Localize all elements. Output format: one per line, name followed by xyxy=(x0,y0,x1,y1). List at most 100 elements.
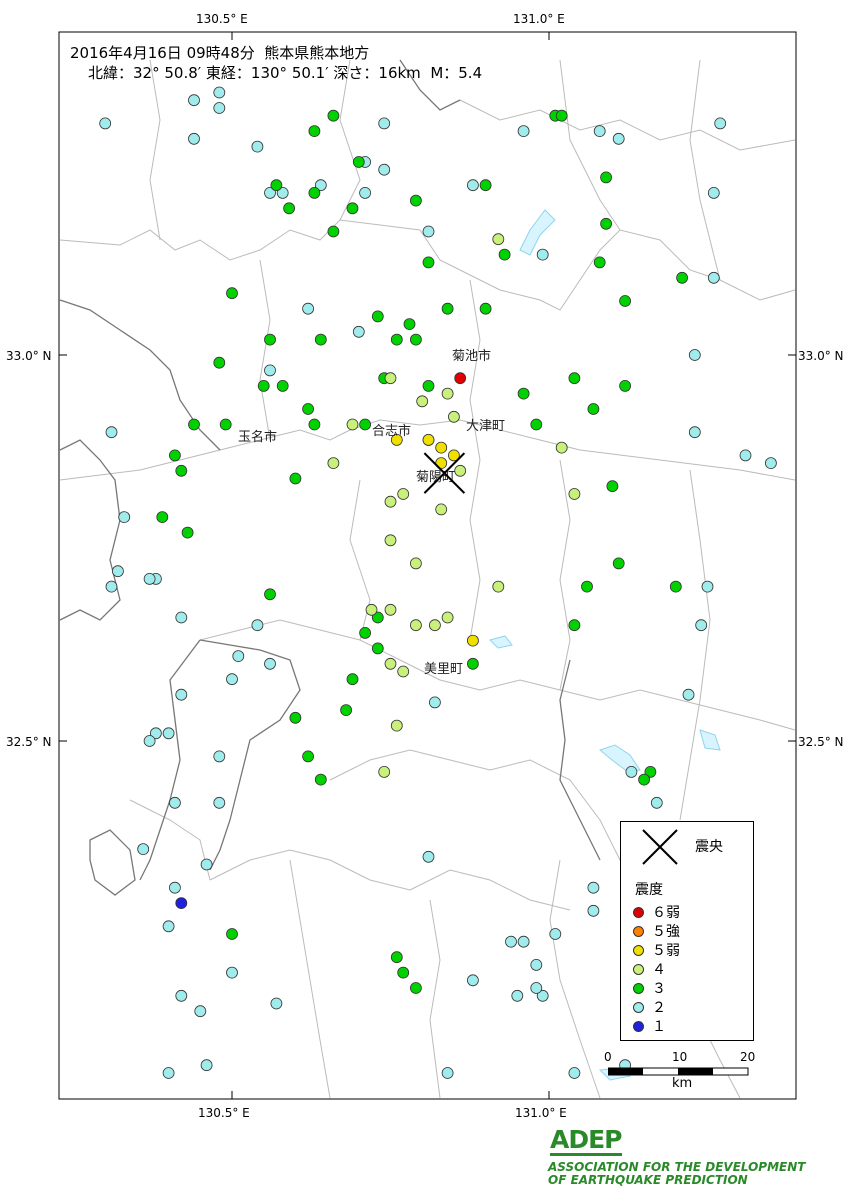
station-marker-intensity-3 xyxy=(371,642,384,655)
station-marker-intensity-3 xyxy=(346,202,359,215)
station-marker-intensity-3 xyxy=(181,526,194,539)
station-marker-intensity-2 xyxy=(302,302,315,315)
station-marker-intensity-4 xyxy=(397,488,410,500)
top-tick-label: 131.0° E xyxy=(513,12,565,26)
station-marker-intensity-3 xyxy=(359,627,372,639)
station-marker-intensity-3 xyxy=(346,673,359,686)
station-marker-intensity-3 xyxy=(314,333,327,346)
legend-color-dot-icon xyxy=(633,925,644,937)
legend-color-dot-icon xyxy=(633,944,644,956)
station-marker-intensity-2 xyxy=(137,843,150,855)
station-marker-intensity-4 xyxy=(441,387,454,400)
station-marker-intensity-2 xyxy=(105,426,118,439)
adep-logo: ADEP ASSOCIATION FOR THE DEVELOPMENT OF … xyxy=(548,1125,805,1188)
station-marker-intensity-2 xyxy=(162,1067,175,1079)
station-marker-intensity-3 xyxy=(409,194,422,207)
station-marker-intensity-3 xyxy=(422,379,435,392)
station-marker-intensity-3 xyxy=(619,295,631,307)
station-marker-intensity-3 xyxy=(517,387,530,400)
station-marker-intensity-3 xyxy=(308,418,321,431)
station-marker-intensity-2 xyxy=(200,1059,213,1072)
station-marker-intensity-2 xyxy=(707,271,720,284)
logo-mark: ADEP xyxy=(550,1125,623,1156)
legend-item-label: ４ xyxy=(652,962,666,978)
place-label-tamana: 玉名市 xyxy=(238,429,277,445)
station-marker-intensity-3 xyxy=(619,379,631,392)
legend-color-dot-icon xyxy=(633,1001,644,1013)
station-marker-intensity-2 xyxy=(625,766,638,778)
station-marker-intensity-3 xyxy=(612,557,625,570)
station-marker-intensity-4 xyxy=(384,495,397,508)
place-label-koshi: 合志市 xyxy=(372,423,411,439)
station-marker-intensity-5 xyxy=(466,634,479,647)
station-marker-intensity-4 xyxy=(384,534,397,547)
legend-color-dot-icon xyxy=(633,963,644,975)
station-marker-intensity-3 xyxy=(226,287,238,300)
station-marker-intensity-3 xyxy=(479,179,492,192)
station-marker-intensity-4 xyxy=(568,488,581,500)
station-marker-intensity-3 xyxy=(340,704,353,716)
legend-item: １ xyxy=(633,1018,666,1035)
station-marker-intensity-3 xyxy=(302,403,315,415)
station-marker-intensity-3 xyxy=(409,982,422,994)
scale-unit: km xyxy=(672,1076,693,1091)
station-marker-intensity-3 xyxy=(213,356,226,369)
station-marker-intensity-4 xyxy=(365,603,378,616)
left-tick-label: 32.5° N xyxy=(6,735,52,749)
station-marker-intensity-2 xyxy=(175,611,188,624)
legend-epicenter-label: 震央 xyxy=(695,839,723,855)
station-marker-intensity-4 xyxy=(384,657,397,670)
station-marker-intensity-6 xyxy=(454,372,467,385)
station-marker-intensity-2 xyxy=(213,86,226,99)
station-marker-intensity-2 xyxy=(422,850,435,863)
legend-item-label: ２ xyxy=(652,1000,666,1016)
station-marker-intensity-3 xyxy=(264,588,276,601)
legend-item: ５弱 xyxy=(633,942,680,959)
station-marker-intensity-2 xyxy=(226,966,238,979)
station-marker-intensity-3 xyxy=(593,256,606,269)
station-marker-intensity-3 xyxy=(441,302,454,315)
station-marker-intensity-4 xyxy=(378,766,391,778)
station-marker-intensity-3 xyxy=(479,302,492,315)
station-marker-intensity-2 xyxy=(200,858,213,871)
legend: 震央 震度 ６弱 ５強 ５弱 ４ ３ ２ １ xyxy=(620,821,754,1041)
station-marker-intensity-3 xyxy=(669,580,682,593)
station-marker-intensity-3 xyxy=(606,480,619,493)
station-marker-intensity-2 xyxy=(593,125,606,138)
station-marker-intensity-3 xyxy=(327,109,340,122)
station-marker-intensity-2 xyxy=(517,125,530,138)
station-marker-intensity-2 xyxy=(568,1067,581,1079)
event-hypocenter-info: 北緯：32° 50.8′ 東経：130° 50.1′ 深さ：16km M：5.4 xyxy=(88,64,483,82)
station-marker-intensity-2 xyxy=(765,457,777,470)
station-marker-intensity-2 xyxy=(213,750,226,763)
station-marker-intensity-3 xyxy=(359,418,372,431)
station-marker-intensity-4 xyxy=(435,503,448,516)
station-marker-intensity-2 xyxy=(251,140,264,153)
station-marker-intensity-2 xyxy=(99,117,112,130)
station-marker-intensity-4 xyxy=(409,557,422,570)
station-marker-intensity-3 xyxy=(175,464,188,477)
station-marker-intensity-3 xyxy=(302,750,315,763)
legend-item-label: ３ xyxy=(652,981,666,997)
station-marker-intensity-5 xyxy=(435,441,448,454)
legend-item: ５強 xyxy=(633,923,680,940)
station-marker-intensity-3 xyxy=(568,619,581,632)
station-marker-intensity-2 xyxy=(226,673,238,686)
station-marker-intensity-3 xyxy=(257,379,270,392)
station-marker-intensity-2 xyxy=(441,1067,454,1079)
station-marker-intensity-2 xyxy=(466,974,479,987)
station-marker-intensity-2 xyxy=(194,1005,207,1018)
station-marker-intensity-3 xyxy=(264,333,276,346)
station-marker-intensity-2 xyxy=(232,650,245,662)
station-marker-intensity-2 xyxy=(682,688,695,701)
station-marker-intensity-3 xyxy=(397,966,410,979)
event-datetime-region: 2016年4月16日 09時48分 熊本県熊本地方 xyxy=(70,44,370,62)
station-marker-intensity-2 xyxy=(251,619,264,632)
station-marker-intensity-2 xyxy=(587,904,600,917)
station-marker-intensity-2 xyxy=(466,179,479,192)
station-marker-intensity-3 xyxy=(530,418,543,431)
station-marker-intensity-3 xyxy=(390,951,403,964)
station-marker-intensity-3 xyxy=(226,928,238,940)
station-marker-intensity-3 xyxy=(289,711,302,724)
bottom-tick-label: 131.0° E xyxy=(515,1106,567,1120)
